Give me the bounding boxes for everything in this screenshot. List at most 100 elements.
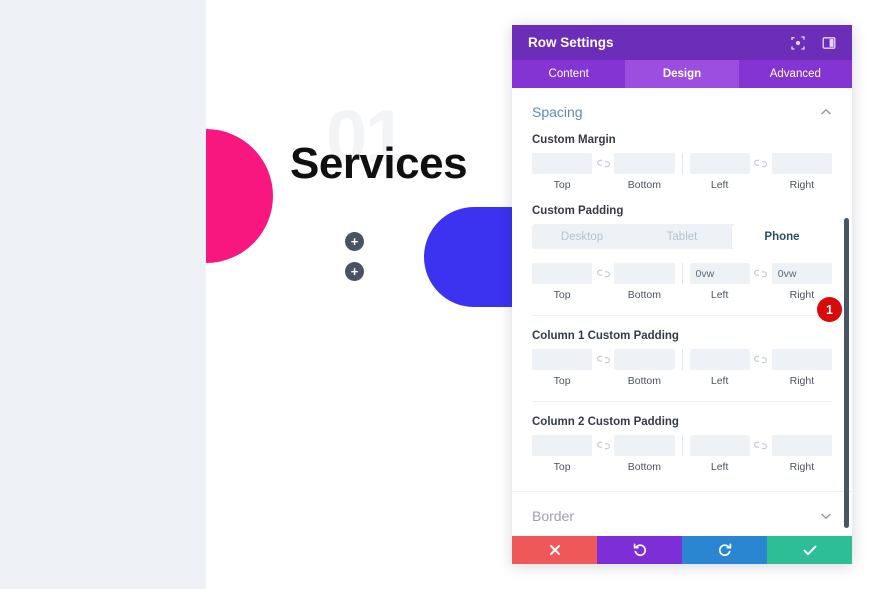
custom-margin-top-input[interactable] bbox=[532, 153, 593, 174]
column-2-padding-right-input[interactable] bbox=[771, 435, 832, 456]
link-margin-left-right-icon[interactable] bbox=[750, 153, 772, 174]
column-1-padding-bottom-input[interactable] bbox=[614, 349, 675, 370]
custom-padding-fields: Top Bottom 0vw Left 0vw Right bbox=[532, 263, 832, 301]
column-2-padding-bottom-input[interactable] bbox=[614, 435, 675, 456]
custom-padding-top-input[interactable] bbox=[532, 263, 593, 284]
column-1-padding-left-cell: Left bbox=[689, 349, 750, 387]
margin-divider bbox=[681, 153, 683, 174]
decorative-pink-semicircle bbox=[206, 129, 273, 263]
custom-padding-left-label: Left bbox=[710, 289, 729, 301]
column-1-padding-top-label: Top bbox=[553, 375, 571, 387]
column-1-padding-right-cell: Right bbox=[771, 349, 832, 387]
column-2-padding-left-label: Left bbox=[710, 461, 729, 473]
custom-padding-top-label: Top bbox=[553, 289, 571, 301]
column-2-padding-top-label: Top bbox=[553, 461, 571, 473]
custom-margin-fields: Top Bottom Left Right bbox=[532, 153, 832, 191]
custom-margin-top-label: Top bbox=[553, 179, 571, 191]
column-1-padding-label: Column 1 Custom Padding bbox=[532, 330, 679, 342]
custom-padding-bottom-label: Bottom bbox=[627, 289, 661, 301]
column-1-padding-bottom-cell: Bottom bbox=[614, 349, 675, 387]
panel-header-icons bbox=[790, 35, 836, 50]
custom-padding-label: Custom Padding bbox=[532, 205, 624, 217]
column-1-padding-top-input[interactable] bbox=[532, 349, 593, 370]
undo-button[interactable] bbox=[597, 536, 682, 564]
save-button[interactable] bbox=[767, 536, 852, 564]
row-settings-panel: Row Settings Content Design Advanced Spa… bbox=[512, 25, 852, 564]
checkmark-icon bbox=[803, 545, 816, 555]
padding-device-tabs: Desktop Tablet Phone bbox=[532, 224, 832, 249]
tab-design[interactable]: Design bbox=[625, 60, 739, 88]
custom-margin-bottom-label: Bottom bbox=[627, 179, 661, 191]
column-1-padding-left-input[interactable] bbox=[689, 349, 750, 370]
device-tab-phone[interactable]: Phone bbox=[732, 224, 832, 249]
redo-icon bbox=[718, 543, 731, 556]
link-margin-top-bottom-icon[interactable] bbox=[592, 153, 614, 174]
column-1-divider bbox=[681, 349, 683, 370]
link-column-2-left-right-icon[interactable] bbox=[750, 435, 772, 456]
panel-layout-icon[interactable] bbox=[821, 35, 836, 50]
custom-margin-bottom-input[interactable] bbox=[614, 153, 675, 174]
column-2-padding-top-cell: Top bbox=[532, 435, 593, 473]
column-2-padding-left-input[interactable] bbox=[689, 435, 750, 456]
column-1-padding-left-label: Left bbox=[710, 375, 729, 387]
link-padding-left-right-icon[interactable] bbox=[750, 263, 772, 284]
add-row-button[interactable]: + bbox=[345, 232, 364, 251]
close-icon bbox=[549, 545, 560, 555]
panel-tab-bar: Content Design Advanced bbox=[512, 60, 852, 88]
link-column-1-left-right-icon[interactable] bbox=[750, 349, 772, 370]
custom-margin-left-label: Left bbox=[710, 179, 729, 191]
custom-padding-left-cell: Left bbox=[689, 263, 750, 301]
column-1-padding-bottom-label: Bottom bbox=[627, 375, 661, 387]
column-2-padding-fields: Top Bottom Left Right bbox=[532, 435, 832, 473]
tab-content[interactable]: Content bbox=[512, 60, 625, 88]
link-column-2-top-bottom-icon[interactable] bbox=[592, 435, 614, 456]
add-module-button[interactable]: + bbox=[345, 262, 364, 281]
custom-margin-label: Custom Margin bbox=[532, 134, 616, 146]
spacing-section-body: Custom Margin Top Bottom Left Right Cust… bbox=[512, 134, 852, 491]
panel-title: Row Settings bbox=[528, 35, 614, 50]
step-badge: 1 bbox=[817, 297, 842, 322]
chevron-up-icon bbox=[821, 108, 831, 115]
custom-padding-bottom-cell: Bottom bbox=[614, 263, 675, 301]
link-column-1-top-bottom-icon[interactable] bbox=[592, 349, 614, 370]
column-1-padding-top-cell: Top bbox=[532, 349, 593, 387]
custom-padding-right-cell: Right bbox=[771, 263, 832, 301]
page-title: Services bbox=[290, 139, 468, 188]
focus-icon[interactable] bbox=[790, 35, 805, 50]
column-1-padding-fields: Top Bottom Left Right bbox=[532, 349, 832, 387]
custom-margin-left-cell: Left bbox=[689, 153, 750, 191]
custom-margin-top-cell: Top bbox=[532, 153, 593, 191]
tab-advanced[interactable]: Advanced bbox=[739, 60, 852, 88]
column-2-padding-bottom-cell: Bottom bbox=[614, 435, 675, 473]
panel-scrollbar[interactable] bbox=[844, 218, 849, 528]
section-header-border[interactable]: Border bbox=[512, 492, 852, 536]
link-padding-top-bottom-icon[interactable] bbox=[592, 263, 614, 284]
custom-padding-left-input[interactable] bbox=[689, 263, 750, 284]
device-tab-desktop[interactable]: Desktop bbox=[532, 224, 632, 249]
panel-body: Spacing Custom Margin Top Bottom Left Ri… bbox=[512, 88, 852, 536]
custom-margin-right-input[interactable] bbox=[771, 153, 832, 174]
divider bbox=[532, 315, 832, 316]
panel-scroll-area: Spacing Custom Margin Top Bottom Left Ri… bbox=[512, 88, 852, 536]
column-2-padding-label: Column 2 Custom Padding bbox=[532, 416, 679, 428]
column-1-padding-right-label: Right bbox=[789, 375, 815, 387]
chevron-down-icon bbox=[821, 513, 831, 520]
cancel-button[interactable] bbox=[512, 536, 597, 564]
custom-margin-left-input[interactable] bbox=[689, 153, 750, 174]
column-2-padding-right-label: Right bbox=[789, 461, 815, 473]
column-2-padding-right-cell: Right bbox=[771, 435, 832, 473]
divider bbox=[532, 401, 832, 402]
custom-padding-right-input[interactable] bbox=[771, 263, 832, 284]
undo-icon bbox=[633, 543, 646, 556]
column-2-padding-top-input[interactable] bbox=[532, 435, 593, 456]
column-2-divider bbox=[681, 435, 683, 456]
section-title-spacing: Spacing bbox=[532, 104, 583, 120]
custom-padding-bottom-input[interactable] bbox=[614, 263, 675, 284]
device-tab-tablet[interactable]: Tablet bbox=[632, 224, 732, 249]
section-header-spacing[interactable]: Spacing bbox=[512, 88, 852, 134]
column-2-padding-bottom-label: Bottom bbox=[627, 461, 661, 473]
custom-padding-top-cell: Top bbox=[532, 263, 593, 301]
column-1-padding-right-input[interactable] bbox=[771, 349, 832, 370]
padding-divider bbox=[681, 263, 683, 284]
redo-button[interactable] bbox=[682, 536, 767, 564]
